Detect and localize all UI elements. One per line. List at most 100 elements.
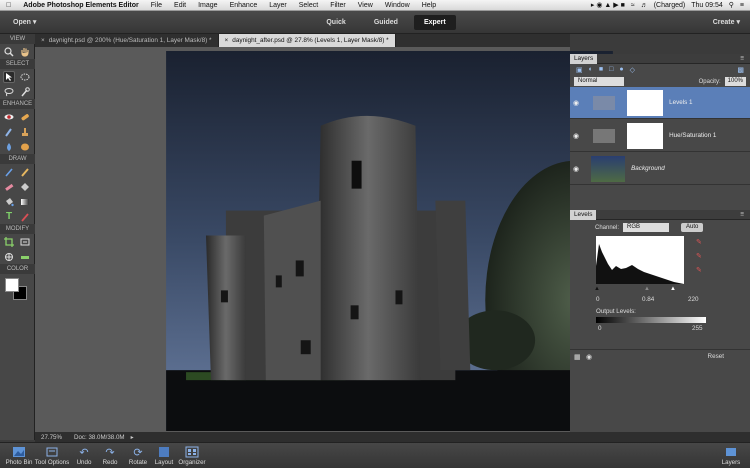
menu-view[interactable]: View	[352, 2, 379, 9]
straighten-tool-icon[interactable]	[19, 251, 31, 263]
mode-expert[interactable]: Expert	[413, 14, 456, 30]
channel-select[interactable]: RGB	[623, 223, 670, 232]
tab-close-icon[interactable]: ×	[225, 34, 229, 47]
panel-menu-icon[interactable]: ≡	[736, 210, 748, 220]
crop-tool-icon[interactable]	[3, 236, 15, 248]
mode-quick[interactable]: Quick	[316, 15, 355, 30]
opacity-field[interactable]: 100%	[724, 77, 746, 86]
foreground-color-swatch[interactable]	[5, 278, 19, 292]
tab-daynight[interactable]: × daynight.psd @ 200% (Hue/Saturation 1, …	[35, 34, 219, 47]
pencil-tool-icon[interactable]	[19, 166, 31, 178]
clock[interactable]: Thu 09:54	[691, 2, 723, 9]
menu-file[interactable]: File	[145, 2, 168, 9]
menu-select[interactable]: Select	[293, 2, 324, 9]
eyedropper-gray-icon[interactable]: ✎	[696, 252, 702, 260]
clone-stamp-tool-icon[interactable]	[19, 126, 31, 138]
red-eye-tool-icon[interactable]	[3, 111, 15, 123]
lock-icon[interactable]: ●	[619, 66, 623, 74]
tab-daynight-after[interactable]: × daynight_after.psd @ 27.8% (Levels 1, L…	[218, 34, 396, 47]
visibility-eye-icon[interactable]: ◉	[573, 132, 579, 140]
link-icon[interactable]: ◇	[630, 66, 635, 74]
canvas-area[interactable]	[35, 47, 657, 432]
menu-edit[interactable]: Edit	[168, 2, 192, 9]
battery-status[interactable]: (Charged)	[654, 2, 686, 9]
create-button[interactable]: Create ▾	[703, 15, 750, 30]
layer-mask-icon[interactable]: □	[609, 66, 613, 74]
auto-button[interactable]: Auto	[681, 223, 704, 232]
menu-window[interactable]: Window	[379, 2, 416, 9]
marquee-tool-icon[interactable]	[19, 71, 31, 83]
histogram[interactable]	[596, 236, 684, 284]
menu-image[interactable]: Image	[192, 2, 223, 9]
fill-layer-icon[interactable]: ■	[599, 66, 603, 74]
panel-menu-icon[interactable]: ≡	[736, 54, 748, 64]
layer-row-background[interactable]: ◉ Background	[570, 153, 750, 185]
layer-row-levels[interactable]: ◉ Levels 1	[570, 87, 750, 119]
output-black-value[interactable]: 0	[598, 325, 602, 332]
spotlight-icon[interactable]: ⚲	[729, 1, 734, 9]
eyedropper-white-icon[interactable]: ✎	[696, 266, 702, 274]
status-menu-icon[interactable]: ▸	[131, 434, 134, 441]
app-name-menu[interactable]: Adobe Photoshop Elements Editor	[17, 2, 145, 9]
quick-selection-tool-icon[interactable]	[19, 86, 31, 98]
blend-mode-select[interactable]: Normal	[574, 77, 624, 86]
layer-row-hue-saturation[interactable]: ◉ Hue/Saturation 1	[570, 120, 750, 152]
black-point-slider[interactable]: ▲	[594, 286, 600, 292]
new-layer-icon[interactable]: ▣	[576, 66, 583, 74]
layers-panel-button[interactable]: Layers	[712, 445, 750, 466]
layer-mask-thumb[interactable]	[627, 89, 664, 116]
organizer-button[interactable]: Organizer	[173, 445, 211, 466]
color-swatches[interactable]	[0, 274, 34, 304]
tab-layers[interactable]: Layers	[570, 54, 598, 64]
eyedropper-black-icon[interactable]: ✎	[696, 238, 702, 246]
move-tool-icon[interactable]	[3, 70, 15, 83]
open-button[interactable]: Open ▾	[3, 15, 46, 30]
sponge-tool-icon[interactable]	[19, 141, 31, 153]
tab-levels[interactable]: Levels	[570, 210, 597, 220]
recompose-tool-icon[interactable]	[19, 236, 31, 248]
clip-to-layer-icon[interactable]: ▦	[574, 353, 581, 361]
section-view: VIEW	[0, 34, 35, 44]
type-tool-icon[interactable]: T	[3, 211, 15, 223]
smart-brush-tool-icon[interactable]	[3, 126, 15, 138]
eraser-tool-icon[interactable]	[3, 181, 15, 193]
content-aware-move-tool-icon[interactable]	[3, 251, 15, 263]
white-point-slider[interactable]: ▲	[670, 286, 676, 292]
gamma-slider[interactable]: ▲	[644, 286, 650, 292]
input-sliders[interactable]: ▲ ▲ ▲	[594, 286, 684, 292]
hand-tool-icon[interactable]	[19, 46, 31, 58]
apple-icon[interactable]: 	[0, 2, 17, 9]
toggle-visibility-icon[interactable]: ◉	[586, 353, 592, 361]
gradient-tool-icon[interactable]	[19, 196, 31, 208]
status-icons[interactable]: ▸ ◉ ▲ ▶ ■	[591, 1, 625, 9]
visibility-eye-icon[interactable]: ◉	[573, 165, 579, 173]
visibility-eye-icon[interactable]: ◉	[573, 99, 579, 107]
output-white-value[interactable]: 255	[692, 325, 703, 332]
tab-close-icon[interactable]: ×	[41, 34, 45, 47]
input-black-value[interactable]: 0	[596, 296, 600, 303]
lasso-tool-icon[interactable]	[3, 86, 15, 98]
menu-layer[interactable]: Layer	[263, 2, 293, 9]
zoom-tool-icon[interactable]	[3, 46, 15, 58]
delete-layer-icon[interactable]: ▩	[737, 66, 744, 74]
eyedropper-tool-icon[interactable]	[19, 211, 31, 223]
input-white-value[interactable]: 220	[688, 296, 699, 303]
brush-tool-icon[interactable]	[3, 166, 15, 178]
paint-bucket-tool-icon[interactable]	[3, 196, 15, 208]
status-bar: 27.75% Doc: 38.0M/38.0M ▸	[35, 432, 750, 442]
menu-enhance[interactable]: Enhance	[224, 2, 264, 9]
input-gamma-value[interactable]: 0.84	[642, 296, 654, 303]
custom-shape-tool-icon[interactable]	[19, 181, 31, 193]
adjustment-layer-icon[interactable]: ◐	[589, 66, 593, 74]
wifi-icon[interactable]: ≈	[631, 2, 635, 9]
spot-healing-tool-icon[interactable]	[19, 111, 31, 123]
layer-mask-thumb[interactable]	[627, 122, 664, 149]
zoom-readout[interactable]: 27.75%	[35, 434, 68, 441]
mode-guided[interactable]: Guided	[364, 15, 408, 30]
menu-help[interactable]: Help	[416, 2, 442, 9]
menu-filter[interactable]: Filter	[324, 2, 352, 9]
volume-icon[interactable]: ♬	[641, 2, 648, 9]
blur-tool-icon[interactable]	[3, 141, 15, 153]
notification-icon[interactable]: ≡	[740, 2, 744, 9]
reset-button[interactable]: Reset	[708, 353, 724, 360]
